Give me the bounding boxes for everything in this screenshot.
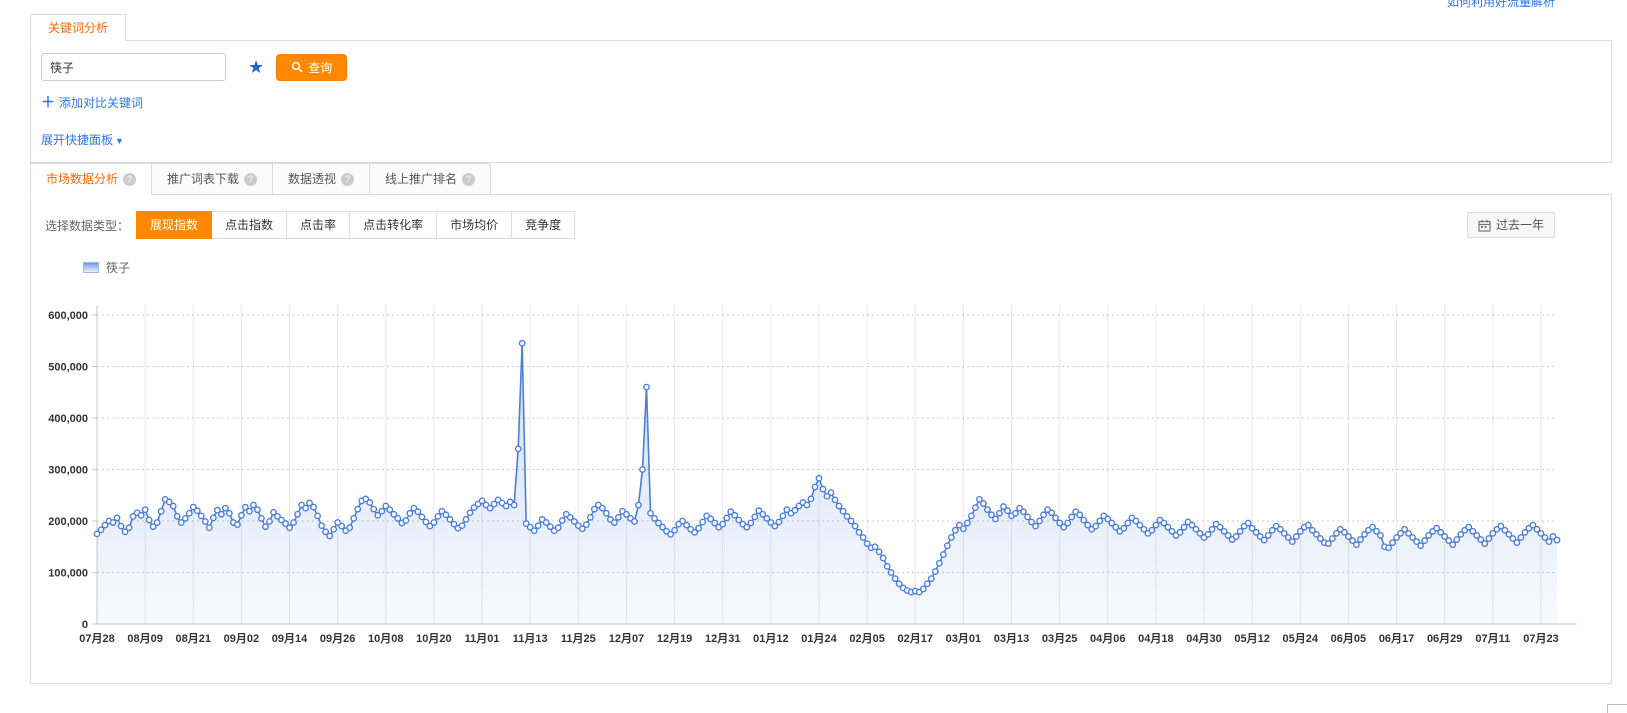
- svg-text:10月08: 10月08: [368, 632, 403, 645]
- svg-text:08月21: 08月21: [176, 632, 211, 645]
- data-type-impression-index[interactable]: 展现指数: [136, 211, 212, 239]
- svg-text:03月01: 03月01: [946, 632, 981, 645]
- svg-text:100,000: 100,000: [48, 568, 88, 580]
- svg-text:05月12: 05月12: [1234, 632, 1269, 645]
- svg-text:09月26: 09月26: [320, 632, 355, 645]
- favorite-star-icon[interactable]: ★: [248, 58, 264, 76]
- add-compare-keyword-link[interactable]: ＋添加对比关键词: [41, 96, 143, 110]
- svg-text:08月09: 08月09: [127, 632, 162, 645]
- svg-text:09月02: 09月02: [224, 632, 259, 645]
- data-type-button-group: 展现指数 点击指数 点击率 点击转化率 市场均价 竞争度: [137, 211, 575, 239]
- svg-text:06月05: 06月05: [1331, 632, 1366, 645]
- data-type-market-avg-price[interactable]: 市场均价: [436, 211, 512, 239]
- svg-text:0: 0: [82, 619, 88, 631]
- tab-data-pivot[interactable]: 数据透视 ?: [272, 163, 370, 195]
- search-icon: [291, 61, 303, 73]
- help-traffic-analysis-link[interactable]: 如何利用好流量解析: [1447, 0, 1555, 10]
- keyword-panel: 关键词分析 ★ 查询 ＋添加对比关键词: [30, 14, 1612, 163]
- svg-text:12月19: 12月19: [657, 632, 692, 645]
- legend-swatch-icon: [83, 262, 99, 273]
- tab-keyword-analysis[interactable]: 关键词分析: [30, 14, 126, 41]
- svg-text:01月24: 01月24: [801, 632, 837, 645]
- help-icon[interactable]: ?: [123, 173, 136, 186]
- data-type-label: 选择数据类型：: [45, 217, 129, 234]
- svg-text:12月31: 12月31: [705, 632, 740, 645]
- tab-online-promo-ranking[interactable]: 线上推广排名 ?: [369, 163, 491, 195]
- date-range-button[interactable]: 过去一年: [1467, 212, 1555, 238]
- plus-icon: ＋: [41, 94, 55, 110]
- svg-text:300,000: 300,000: [48, 465, 88, 477]
- help-icon[interactable]: ?: [244, 173, 257, 186]
- floating-corner-widget[interactable]: [1607, 704, 1627, 713]
- svg-text:04月30: 04月30: [1186, 632, 1221, 645]
- data-type-cvr[interactable]: 点击转化率: [349, 211, 437, 239]
- data-type-competition[interactable]: 竞争度: [511, 211, 575, 239]
- tab-promo-wordlist-download[interactable]: 推广词表下载 ?: [151, 163, 273, 195]
- page: 如何利用好流量解析 关键词分析 ★ 查询 ＋添加对比关键词: [0, 0, 1627, 713]
- calendar-icon: [1478, 219, 1491, 232]
- svg-text:02月05: 02月05: [849, 632, 884, 645]
- legend-item-kuaizi[interactable]: 筷子: [83, 259, 1597, 276]
- analysis-panel-body: 选择数据类型： 展现指数 点击指数 点击率 点击转化率 市场均价 竞争度: [30, 194, 1612, 684]
- trend-chart: 0 100,000 200,000 300,000 400,000 500,000 600,…: [45, 300, 1597, 655]
- keyword-input[interactable]: [41, 53, 226, 81]
- svg-text:05月24: 05月24: [1283, 632, 1319, 645]
- data-type-ctr[interactable]: 点击率: [286, 211, 350, 239]
- query-button[interactable]: 查询: [276, 54, 347, 81]
- svg-text:400,000: 400,000: [48, 413, 88, 425]
- chevron-down-icon: ▼: [115, 136, 124, 146]
- svg-text:06月29: 06月29: [1427, 632, 1462, 645]
- svg-text:02月17: 02月17: [897, 632, 932, 645]
- trend-chart-svg: 0 100,000 200,000 300,000 400,000 500,000 600,…: [45, 300, 1597, 652]
- svg-text:11月01: 11月01: [465, 632, 500, 645]
- svg-text:09月14: 09月14: [272, 632, 308, 645]
- svg-text:11月13: 11月13: [513, 632, 548, 645]
- svg-text:11月25: 11月25: [561, 632, 596, 645]
- svg-text:12月07: 12月07: [609, 632, 644, 645]
- svg-text:500,000: 500,000: [48, 362, 88, 374]
- keyword-panel-body: ★ 查询 ＋添加对比关键词 展开快捷面板▼: [30, 40, 1612, 163]
- svg-text:06月17: 06月17: [1379, 632, 1414, 645]
- svg-text:07月11: 07月11: [1475, 632, 1510, 645]
- expand-quick-panel-link[interactable]: 展开快捷面板▼: [41, 133, 124, 147]
- svg-text:03月13: 03月13: [994, 632, 1029, 645]
- svg-text:200,000: 200,000: [48, 516, 88, 528]
- help-icon[interactable]: ?: [341, 173, 354, 186]
- data-type-click-index[interactable]: 点击指数: [211, 211, 287, 239]
- svg-text:01月12: 01月12: [753, 632, 788, 645]
- legend-label: 筷子: [106, 259, 130, 276]
- svg-text:07月23: 07月23: [1523, 632, 1558, 645]
- query-button-label: 查询: [308, 59, 332, 76]
- data-type-row: 选择数据类型： 展现指数 点击指数 点击率 点击转化率 市场均价 竞争度: [45, 211, 1597, 239]
- svg-text:04月18: 04月18: [1138, 632, 1173, 645]
- tab-market-data-analysis[interactable]: 市场数据分析 ?: [30, 163, 152, 195]
- help-icon[interactable]: ?: [462, 173, 475, 186]
- svg-text:07月28: 07月28: [79, 632, 114, 645]
- svg-text:03月25: 03月25: [1042, 632, 1077, 645]
- analysis-tabs: 市场数据分析 ? 推广词表下载 ? 数据透视 ? 线上推广排名 ?: [30, 163, 1612, 195]
- svg-text:04月06: 04月06: [1090, 632, 1125, 645]
- analysis-panel: 市场数据分析 ? 推广词表下载 ? 数据透视 ? 线上推广排名 ? 选择数据类型…: [30, 163, 1612, 684]
- svg-text:600,000: 600,000: [48, 310, 88, 322]
- svg-text:10月20: 10月20: [416, 632, 451, 645]
